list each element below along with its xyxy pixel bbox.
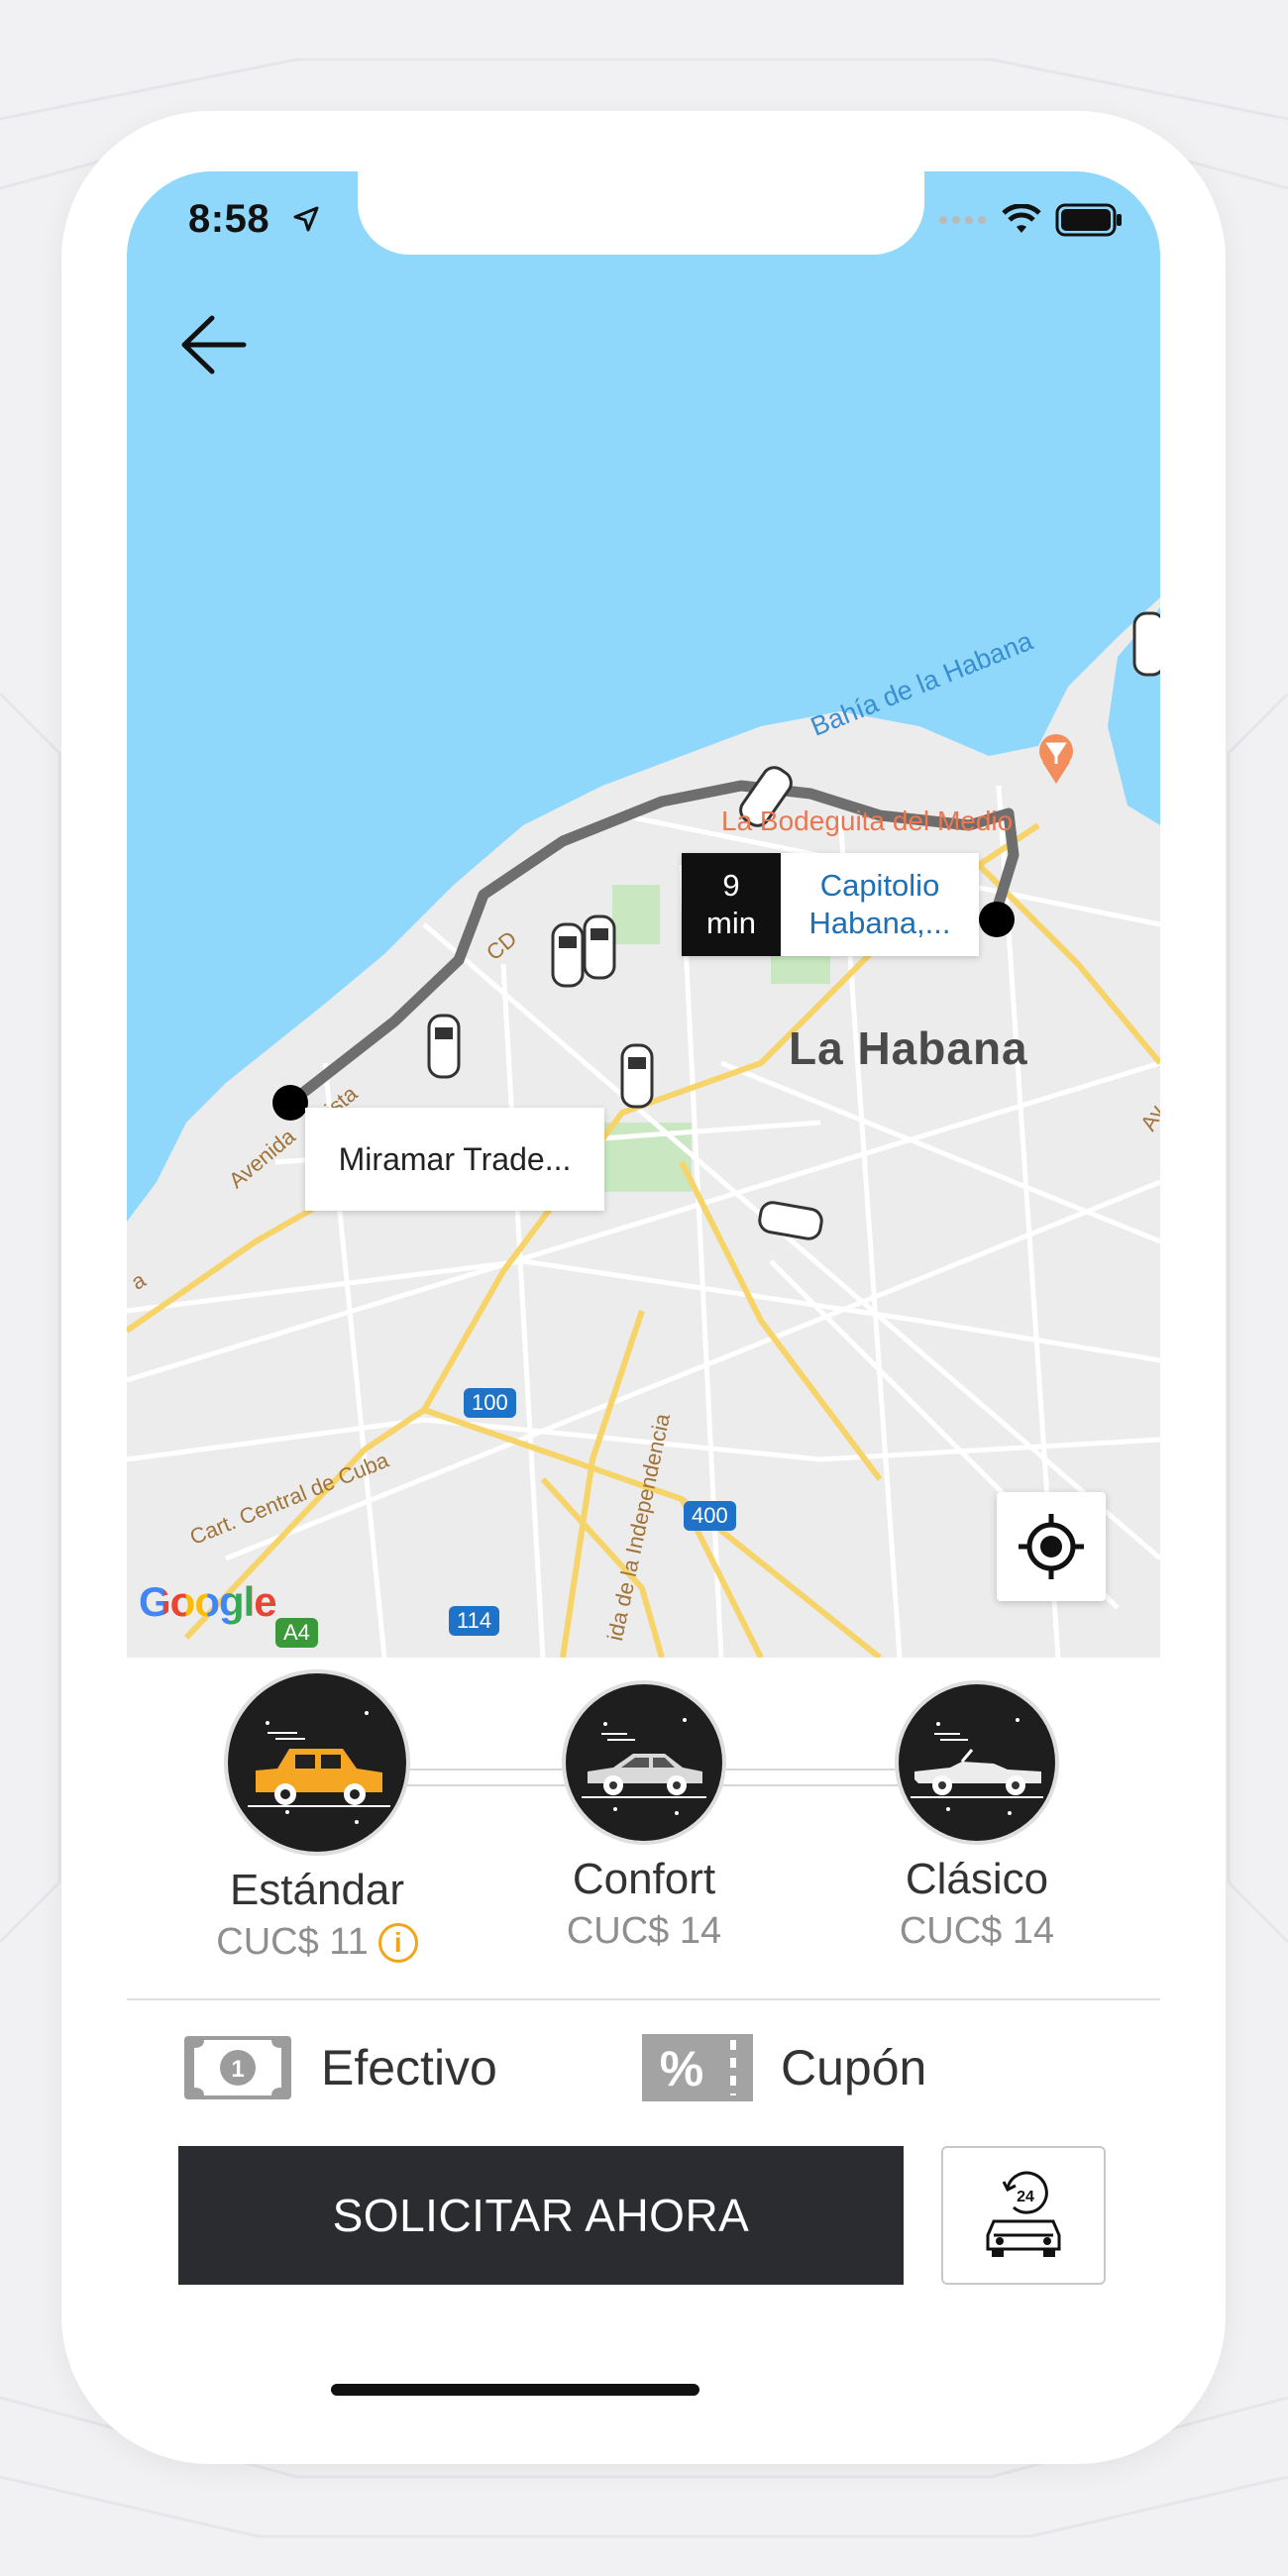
map-canvas (127, 171, 1160, 1661)
app-screen: Bahía de la Habana La Habana La Bodeguit… (127, 171, 1160, 2423)
service-price: CUC$ 14 (566, 1910, 722, 1952)
device-notch (358, 171, 924, 255)
service-option-estandar[interactable]: Estándar CUC$ 11 i (151, 1658, 483, 1964)
service-price-row: CUC$ 14 (810, 1910, 1143, 1953)
location-arrow-icon (293, 206, 319, 232)
car-icon (1132, 611, 1160, 677)
booking-panel: Estándar CUC$ 11 i Confort CUC$ 14 Clási… (127, 1658, 1160, 2423)
wifi-icon (1002, 204, 1041, 233)
service-name: Confort (572, 1855, 716, 1903)
status-time: 8:58 (188, 197, 270, 241)
back-button[interactable] (174, 310, 254, 379)
destination-callout[interactable]: 9 min Capitolio Habana,... (682, 853, 979, 956)
destination-label: Capitolio Habana,... (781, 853, 979, 956)
origin-label: Miramar Trade... (338, 1140, 572, 1177)
map-label-city: La Habana (789, 1022, 1028, 1074)
signal-icon (939, 216, 986, 224)
home-indicator[interactable] (331, 2384, 699, 2396)
destination-line2: Habana,... (808, 906, 951, 940)
car-icon (583, 914, 616, 980)
service-price-row: CUC$ 11 i (151, 1921, 483, 1964)
coupon-option[interactable]: % Cupón (642, 2034, 926, 2101)
status-indicators (938, 203, 1125, 237)
car-windshield (559, 936, 577, 948)
service-confort-icon (566, 1684, 722, 1841)
service-name: Clásico (905, 1855, 1049, 1903)
google-logo: Google (139, 1578, 277, 1626)
payment-cash-label: Efectivo (321, 2040, 497, 2095)
coupon-icon-text: % (660, 2041, 703, 2096)
panel-divider (127, 1998, 1160, 2000)
cash-icon: 1 (184, 2036, 291, 2099)
service-option-confort[interactable]: Confort CUC$ 14 (478, 1658, 810, 1953)
car-icon (620, 1043, 654, 1109)
schedule-icon-text: 24 (1017, 2189, 1034, 2205)
origin-callout[interactable]: Miramar Trade... (305, 1108, 604, 1211)
eta-unit: min (706, 906, 756, 940)
schedule-ride-button[interactable]: 24 (941, 2146, 1106, 2285)
recenter-button[interactable] (997, 1492, 1106, 1601)
origin-marker (272, 1085, 308, 1121)
request-now-label: SOLICITAR AHORA (332, 2190, 750, 2241)
map-label-poi[interactable]: La Bodeguita del Medio (721, 805, 1013, 837)
battery-icon (1055, 203, 1122, 237)
scheduled-car-icon: 24 (986, 2171, 1061, 2257)
destination-marker (979, 902, 1015, 937)
coupon-label: Cupón (781, 2040, 927, 2095)
request-now-button[interactable]: SOLICITAR AHORA (178, 2146, 904, 2285)
car-windshield (435, 1027, 453, 1039)
map-view[interactable]: Bahía de la Habana La Habana La Bodeguit… (127, 171, 1160, 1661)
coupon-icon: % (642, 2034, 753, 2101)
crosshair-icon (1019, 1514, 1084, 1579)
service-price: CUC$ 14 (899, 1910, 1055, 1952)
car-windshield (590, 928, 608, 940)
park (612, 885, 660, 944)
car-icon (551, 922, 585, 988)
eta-badge: 9 min (682, 853, 781, 956)
cash-icon-text: 1 (231, 2056, 244, 2083)
car-windshield (628, 1057, 646, 1069)
destination-line1: Capitolio (819, 868, 940, 903)
service-price-row: CUC$ 14 (478, 1910, 810, 1953)
route-badge: 100 (464, 1388, 516, 1418)
service-clasico-icon (899, 1684, 1055, 1841)
route-badge: 400 (684, 1501, 736, 1531)
google-logo-text: Google (139, 1578, 277, 1625)
service-estandar-icon (228, 1673, 406, 1852)
eta-value: 9 (722, 868, 740, 903)
info-icon[interactable]: i (377, 1922, 418, 1963)
payment-method-cash[interactable]: 1 Efectivo (182, 2034, 497, 2101)
car-icon (427, 1014, 461, 1079)
route-badge: A4 (275, 1618, 318, 1648)
service-price: CUC$ 11 (216, 1921, 369, 1963)
service-option-clasico[interactable]: Clásico CUC$ 14 (810, 1658, 1143, 1953)
route-badge: 114 (449, 1606, 500, 1636)
back-arrow-icon (181, 315, 247, 375)
service-name: Estándar (229, 1866, 405, 1914)
